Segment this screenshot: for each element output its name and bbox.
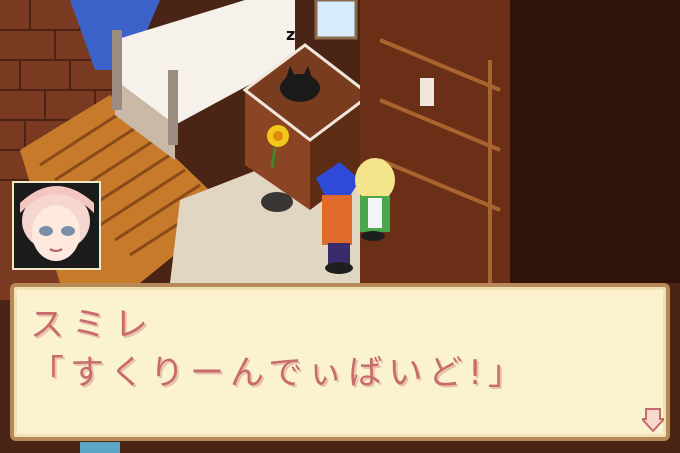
dialog-box[interactable]: スミレ 「すくりーんでぃばいど!」 [10,283,670,441]
zzz-sleep-icon: z [286,25,295,44]
girl-character [355,158,395,241]
speaker-portrait [12,181,101,270]
dialog-text: 「すくりーんでぃばいど!」 [30,353,528,393]
down-arrow-icon[interactable] [642,407,664,433]
speaker-name: スミレ [30,305,156,345]
game-screen: z スミレ 「すくりーんでぃばいど!」 [0,0,680,453]
sumire-portrait [14,183,99,268]
